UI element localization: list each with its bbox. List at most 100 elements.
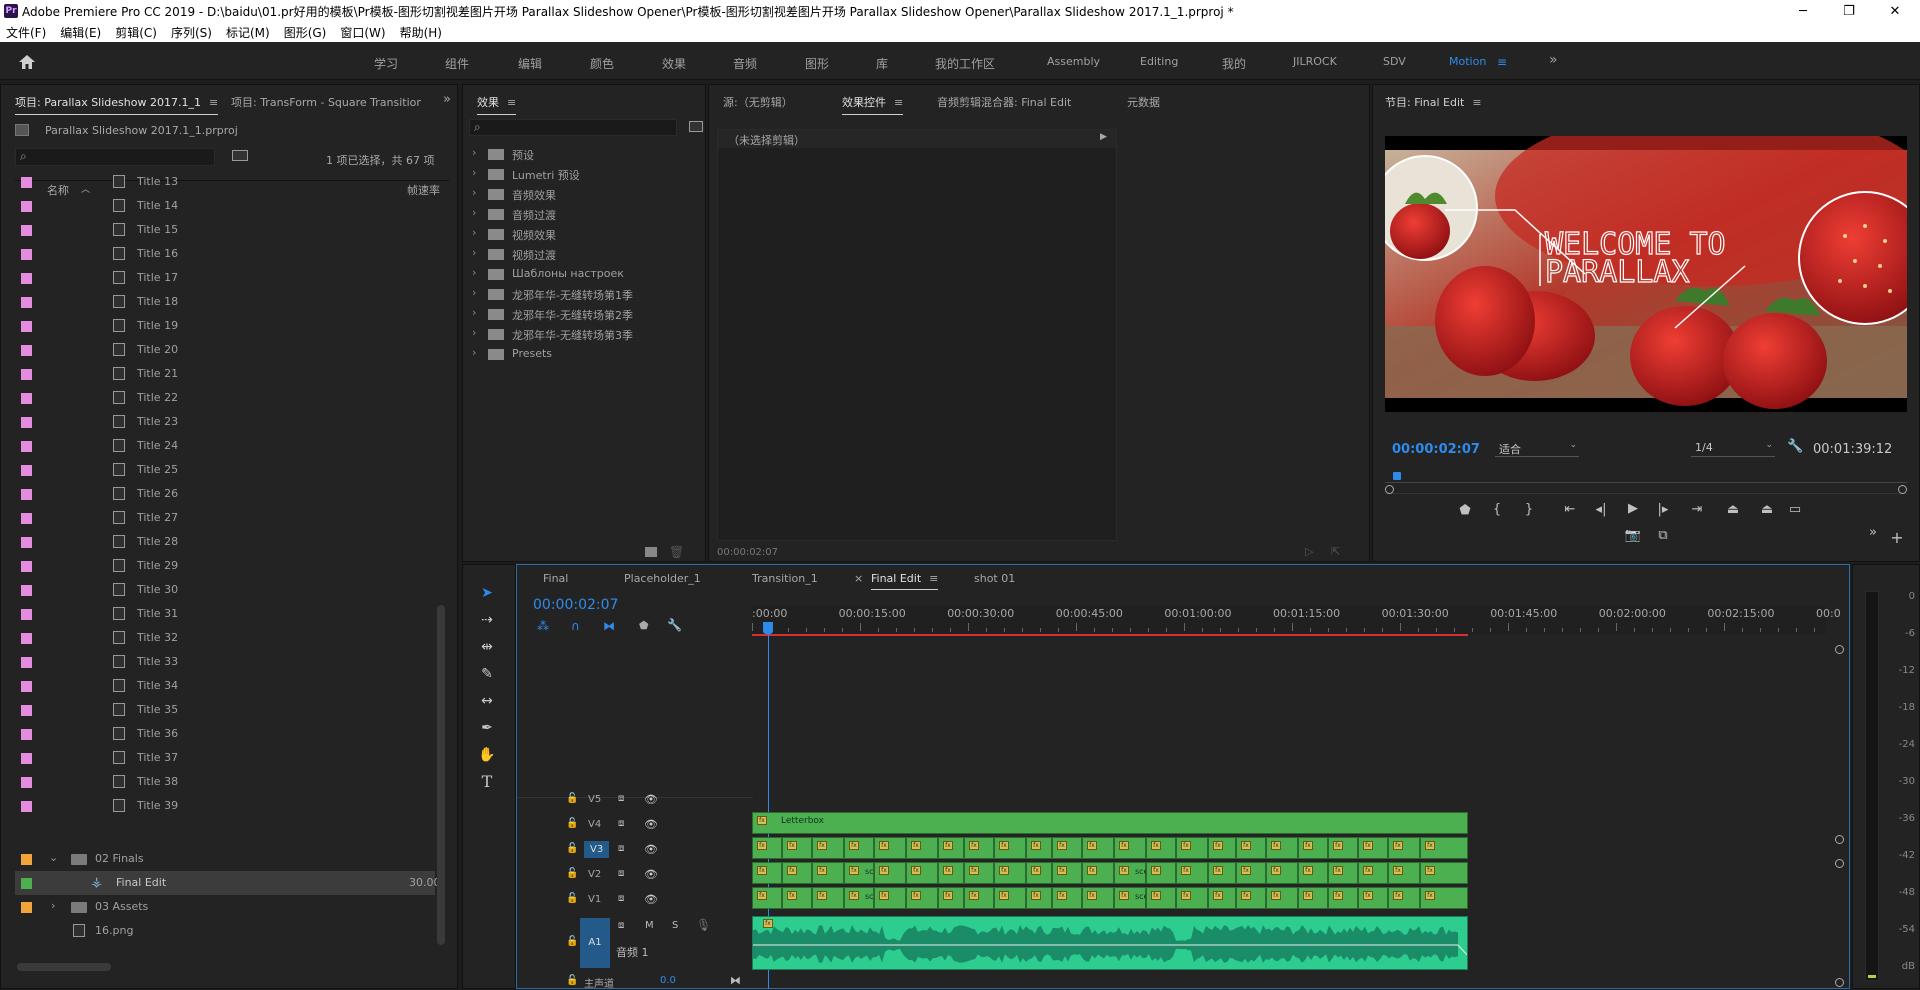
video-clip[interactable]: fx [1420, 837, 1468, 859]
audio-zoom-handle-top[interactable] [1835, 859, 1844, 868]
new-bin-folder-icon[interactable] [645, 547, 657, 557]
timeline-tab-transition[interactable]: Transition_1 [752, 572, 818, 585]
tab-audio-clip-mixer[interactable]: 音频剪辑混合器: Final Edit [937, 94, 1071, 110]
menu-edit[interactable]: 编辑(E) [60, 24, 101, 41]
video-clip[interactable]: fxscen [844, 862, 884, 884]
list-item-title[interactable]: Title 14 [15, 194, 435, 218]
extract-icon[interactable]: ⏏ [1757, 502, 1777, 517]
workspace-my-workspace[interactable]: 我的工作区 [935, 55, 995, 72]
video-clip[interactable]: fx [1388, 837, 1420, 859]
list-item-title[interactable]: Title 27 [15, 506, 435, 530]
chevron-right-icon[interactable]: › [472, 226, 476, 239]
video-clip[interactable]: fx [938, 887, 964, 909]
snap-magnet-icon[interactable]: ∩ [571, 619, 580, 633]
effects-search-input[interactable]: ⌕ [469, 119, 677, 136]
video-clip[interactable]: fx [874, 887, 906, 909]
video-clip[interactable]: fx [1328, 837, 1358, 859]
video-clip[interactable]: fx [994, 837, 1026, 859]
list-item-folder-assets[interactable]: › 03 Assets [15, 895, 435, 919]
chevron-right-icon[interactable]: › [472, 246, 476, 259]
slip-tool-icon[interactable]: ↔ [476, 690, 498, 712]
toggle-track-output-eye-icon[interactable]: 👁 [644, 793, 658, 806]
effects-tree-item[interactable]: › Presets [470, 346, 700, 366]
effects-tree-item[interactable]: › 预设 [470, 146, 700, 166]
workspace-color[interactable]: 颜色 [590, 55, 614, 72]
video-clip[interactable]: fx [1388, 887, 1420, 909]
program-video-frame[interactable]: WELCOME TO PARALLAX [1385, 136, 1907, 412]
panel-menu-icon[interactable]: ≡ [507, 96, 516, 109]
toggle-track-output-eye-icon[interactable]: 👁 [644, 893, 658, 906]
timeline-tab-placeholder[interactable]: Placeholder_1 [624, 572, 701, 585]
video-clip[interactable]: fx [874, 837, 906, 859]
video-clip[interactable]: fx [1236, 887, 1266, 909]
audio-clip[interactable]: fx [752, 916, 1468, 970]
track-header-v5[interactable]: 🔓 V5 ⧈ 👁 [560, 791, 750, 813]
video-clip[interactable]: fx [1298, 862, 1328, 884]
track-label[interactable]: V3 [584, 841, 610, 858]
list-item-title[interactable]: Title 24 [15, 434, 435, 458]
list-item-title[interactable]: Title 26 [15, 482, 435, 506]
toggle-sync-lock-icon[interactable]: ⧈ [618, 893, 624, 904]
chevron-right-icon[interactable]: › [472, 286, 476, 299]
lift-icon[interactable]: ⏏ [1723, 502, 1743, 517]
list-item-title[interactable]: Title 21 [15, 362, 435, 386]
video-clip[interactable]: fx [1114, 837, 1146, 859]
workspace-libraries[interactable]: 库 [876, 55, 888, 72]
maximize-icon[interactable]: ❐ [1826, 0, 1872, 22]
workspace-jilrock[interactable]: JILROCK [1293, 55, 1337, 68]
list-item-title[interactable]: Title 34 [15, 674, 435, 698]
track-label-a1[interactable]: A1 [580, 918, 610, 968]
menu-file[interactable]: 文件(F) [6, 24, 46, 41]
workspace-graphics[interactable]: 图形 [805, 55, 829, 72]
ripple-edit-tool-icon[interactable]: ⇹ [476, 636, 498, 658]
video-clip[interactable]: fx [1052, 837, 1082, 859]
list-item-title[interactable]: Title 30 [15, 578, 435, 602]
toggle-sync-lock-icon[interactable]: ⧈ [618, 793, 624, 804]
expand-right-arrow-icon[interactable]: ▶ [1100, 132, 1107, 142]
video-clip[interactable]: fx [812, 837, 844, 859]
video-clip[interactable]: fx [1328, 887, 1358, 909]
video-clip[interactable]: fx [1236, 862, 1266, 884]
chevron-right-icon[interactable]: › [472, 166, 476, 179]
video-clip[interactable]: fx [1052, 887, 1082, 909]
list-item-title[interactable]: Title 35 [15, 698, 435, 722]
video-clip[interactable]: fx [906, 887, 938, 909]
video-clip[interactable]: fx [964, 862, 994, 884]
workspace-learn[interactable]: 学习 [374, 55, 398, 72]
timeline-settings-wrench-icon[interactable]: 🔧 [667, 618, 682, 632]
list-item-title[interactable]: Title 31 [15, 602, 435, 626]
chevron-right-icon[interactable]: › [472, 266, 476, 279]
program-current-timecode[interactable]: 00:00:02:07 [1392, 442, 1480, 457]
timeline-ruler[interactable]: :00:00 00:00:15:00 00:00:30:00 00:00:45:00 0… [752, 605, 1841, 636]
panel-menu-icon[interactable]: ≡ [1472, 96, 1481, 109]
track-lock-icon[interactable]: 🔓 [566, 818, 578, 829]
list-item-title[interactable]: Title 16 [15, 242, 435, 266]
list-item-title[interactable]: Title 18 [15, 290, 435, 314]
go-to-out-icon[interactable]: ⇥ [1687, 502, 1707, 517]
type-tool-icon[interactable]: T [476, 771, 498, 793]
video-clip[interactable]: fx [1420, 887, 1468, 909]
folder-collapsed-chevron-icon[interactable]: › [51, 899, 55, 912]
workspace-editing-cn[interactable]: 编辑 [518, 55, 542, 72]
video-clip[interactable]: fx [1328, 862, 1358, 884]
video-clip[interactable]: fx [1146, 887, 1176, 909]
hand-tool-icon[interactable]: ✋ [476, 744, 498, 766]
timeline-timecode[interactable]: 00:00:02:07 [533, 597, 618, 613]
effects-tree-item[interactable]: › 龙邪年华-无缝转场第1季 [470, 286, 700, 306]
video-clip[interactable]: fx [1026, 837, 1052, 859]
effects-tree-item[interactable]: › 龙邪年华-无缝转场第2季 [470, 306, 700, 326]
effects-tree-item[interactable]: › Шаблоны настроек [470, 266, 700, 286]
video-clip[interactable]: fx [1298, 837, 1328, 859]
track-header-v2[interactable]: 🔓 V2 ⧈ 👁 [560, 866, 750, 888]
track-label[interactable]: V4 [584, 819, 605, 830]
step-forward-icon[interactable]: |▸ [1653, 502, 1673, 517]
track-lock-icon[interactable]: 🔓 [566, 893, 578, 904]
track-lock-icon[interactable]: 🔓 [566, 868, 578, 879]
video-clip[interactable]: fx [1052, 862, 1082, 884]
playback-resolution-select[interactable]: 1/4 ⌄ [1691, 440, 1775, 457]
toggle-sync-lock-icon[interactable]: ⧈ [618, 868, 624, 879]
play-icon[interactable]: ▶ [1623, 501, 1643, 516]
panel-overflow-icon[interactable]: » [443, 92, 451, 107]
video-clip[interactable]: fx [994, 862, 1026, 884]
list-item-title[interactable]: Title 33 [15, 650, 435, 674]
